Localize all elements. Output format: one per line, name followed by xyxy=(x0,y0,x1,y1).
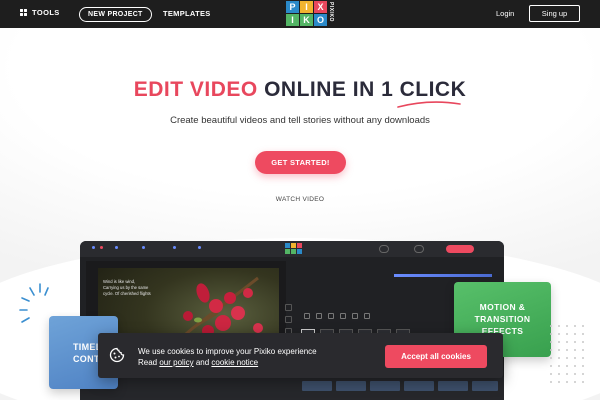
panel-tool-icon xyxy=(304,313,310,319)
accept-cookies-button[interactable]: Accept all cookies xyxy=(385,345,487,368)
tab-dot-icon xyxy=(198,246,201,249)
tools-menu[interactable]: TOOLS xyxy=(20,8,60,17)
card-right-line1: MOTION & xyxy=(479,302,526,312)
tab-dot-icon xyxy=(173,246,176,249)
headline-part-dark: ONLINE IN 1 xyxy=(264,78,394,101)
logo-tile: K xyxy=(300,14,313,26)
policy-link[interactable]: our policy xyxy=(159,358,193,367)
timeline-clip xyxy=(404,381,434,391)
editor-toolbar xyxy=(80,241,504,257)
editor-tab-active xyxy=(100,246,103,249)
editor-quote: Wind is like wind, Carrying us by the sa… xyxy=(103,279,151,297)
editor-tab-3 xyxy=(142,246,145,249)
cookie-links: Read our policy and cookie notice xyxy=(138,358,258,367)
logo-tile: I xyxy=(286,14,299,26)
editor-side-button xyxy=(285,304,292,311)
logo-tile: I xyxy=(300,1,313,13)
cookie-read-text: Read xyxy=(138,358,160,367)
top-nav: TOOLS NEW PROJECT TEMPLATES PIXIKO PIXIK… xyxy=(0,0,600,28)
login-link[interactable]: Login xyxy=(496,9,514,18)
timeline-clip xyxy=(472,381,498,391)
timeline-clip xyxy=(302,381,332,391)
timeline-clip xyxy=(336,381,366,391)
cookie-icon xyxy=(109,347,125,363)
panel-tool-icon xyxy=(316,313,322,319)
editor-logo xyxy=(285,243,302,254)
headline-part-red: EDIT VIDEO xyxy=(133,78,258,101)
editor-export-button xyxy=(446,245,474,253)
templates-link[interactable]: TEMPLATES xyxy=(163,9,211,18)
timeline-clip xyxy=(438,381,468,391)
cookie-notice-link[interactable]: cookie notice xyxy=(211,358,258,367)
logo-tile: O xyxy=(314,14,327,26)
cookie-and-text: and xyxy=(193,358,212,367)
panel-icons xyxy=(304,313,370,319)
panel-slider xyxy=(394,274,492,277)
panel-tool-icon xyxy=(364,313,370,319)
logo-wordmark: PIXIKO xyxy=(328,2,334,22)
timeline-clip xyxy=(370,381,400,391)
cookie-banner: We use cookies to improve your Pixiko ex… xyxy=(98,333,503,378)
tab-dot-icon xyxy=(115,246,118,249)
tab-dot-icon xyxy=(142,246,145,249)
logo-tile: X xyxy=(314,1,327,13)
editor-settings-button xyxy=(379,245,389,253)
tab-dot-icon xyxy=(100,246,103,249)
editor-tab-5 xyxy=(198,246,201,249)
decorative-dots xyxy=(550,325,584,383)
signup-button[interactable]: Sing up xyxy=(529,5,580,22)
cookie-message: We use cookies to improve your Pixiko ex… xyxy=(138,347,317,356)
quote-line: cycle. Of cherished flights xyxy=(103,291,151,296)
editor-timeline xyxy=(80,377,504,400)
hero-headline: EDIT VIDEO ONLINE IN 1 CLICK xyxy=(0,78,600,102)
tab-dot-icon xyxy=(92,246,95,249)
tools-label: TOOLS xyxy=(32,8,60,17)
card-left-line2: CONT xyxy=(73,354,100,364)
headline-underline xyxy=(397,101,461,108)
editor-side-button xyxy=(285,316,292,323)
logo-tile: P xyxy=(286,1,299,13)
watch-video-link[interactable]: WATCH VIDEO xyxy=(0,196,600,203)
editor-save-button xyxy=(414,245,424,253)
new-project-button[interactable]: NEW PROJECT xyxy=(79,7,152,22)
card-right-line2: TRANSITION xyxy=(474,314,531,324)
editor-tab-2 xyxy=(115,246,118,249)
panel-tool-icon xyxy=(352,313,358,319)
editor-tab-1 xyxy=(92,246,95,249)
pixiko-logo[interactable]: PIXIKO PIXIKO xyxy=(286,1,334,26)
editor-tab-4 xyxy=(173,246,176,249)
get-started-button[interactable]: GET STARTED! xyxy=(255,151,346,174)
panel-tool-icon xyxy=(340,313,346,319)
panel-tool-icon xyxy=(328,313,334,319)
grid-icon xyxy=(20,9,27,16)
headline-part-click: CLICK xyxy=(399,78,467,101)
hero-subtitle: Create beautiful videos and tell stories… xyxy=(170,115,430,126)
